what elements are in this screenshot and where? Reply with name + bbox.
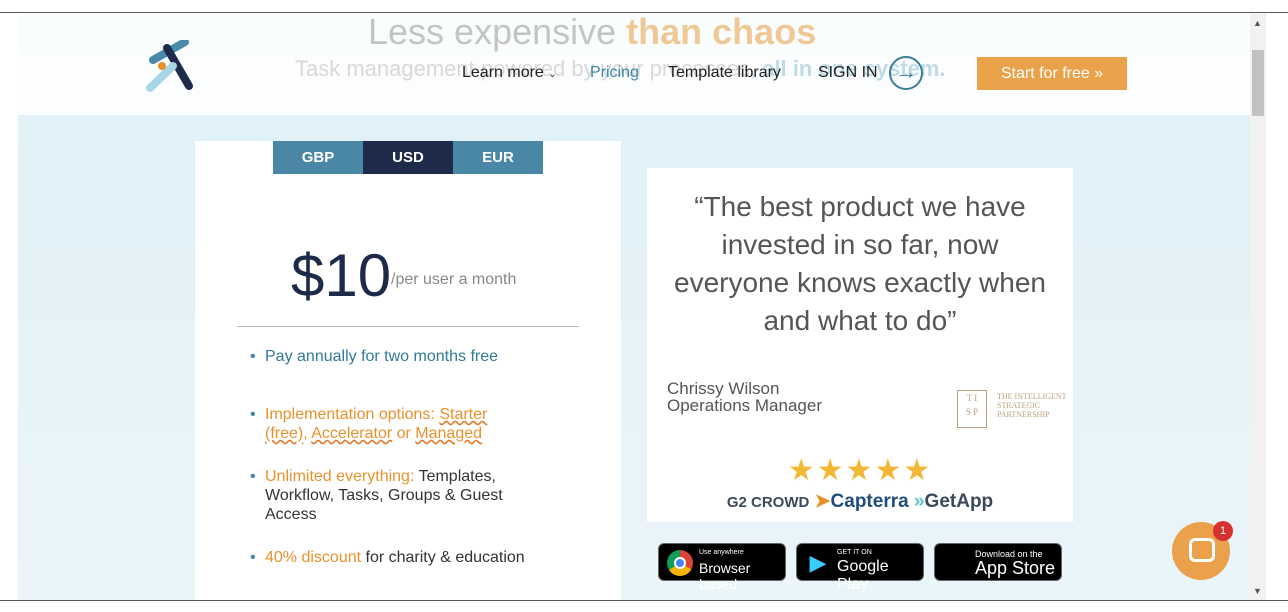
divider (237, 326, 579, 327)
nav-pricing[interactable]: Pricing (590, 64, 639, 82)
testimonial-quote: “The best product we have invested in so… (674, 191, 1046, 336)
feature-item: Implementation options: Starter (free), … (250, 405, 525, 443)
price: $10 (291, 242, 392, 309)
google-play-badge[interactable]: ▶ GET IT ON Google Play (796, 543, 924, 593)
price-period: /per user a month (391, 271, 517, 288)
currency-tab-eur[interactable]: EUR (453, 141, 543, 174)
scroll-down-icon[interactable]: ▼ (1253, 586, 1262, 596)
page: Less expensive than chaos Task managemen… (18, 14, 1250, 600)
testimonial-author: Chrissy Wilson Operations Manager (667, 379, 822, 415)
browser-based-badge[interactable]: Use anywhere Browser based (658, 543, 786, 592)
pricing-card: GBP USD EUR $10 /per user a month Pay an… (195, 141, 621, 600)
currency-tab-usd[interactable]: USD (363, 141, 453, 174)
feature-item: Unlimited everything: Templates, Workflo… (250, 467, 525, 524)
bottom-strip (0, 600, 1288, 612)
nav-sign-in[interactable]: SIGN IN (818, 64, 878, 82)
nav-learn-more[interactable]: Learn more ⌄ (462, 64, 557, 82)
g2-crowd-logo: G2 CROWD (726, 494, 810, 511)
scrollbar-thumb[interactable] (1252, 50, 1264, 116)
scrollbar[interactable]: ▲ ▼ (1250, 14, 1266, 600)
google-play-icon: ▶ (809, 550, 827, 575)
nav-template-library[interactable]: Template library (668, 64, 781, 82)
sign-in-arrow-icon[interactable]: → (889, 56, 923, 90)
review-sites: G2 CROWD ➤Capterra »GetApp (726, 491, 994, 512)
testimonial-card: “The best product we have invested in so… (647, 168, 1073, 522)
start-for-free-button[interactable]: Start for free » (977, 57, 1127, 90)
feature-item: Pay annually for two months free (250, 347, 525, 366)
app-store-badge[interactable]: Download on the App Store (934, 543, 1062, 581)
feature-item: 40% discount for charity & education (250, 548, 525, 567)
unread-badge: 1 (1213, 521, 1233, 541)
chat-icon (1189, 538, 1215, 562)
currency-tab-gbp[interactable]: GBP (273, 141, 363, 174)
capterra-logo: Capterra (830, 491, 909, 512)
chat-launcher-button[interactable]: 1 (1172, 521, 1233, 580)
rating-stars: ★★★★★ (787, 454, 933, 487)
apple-icon (943, 550, 969, 576)
top-strip (0, 0, 1288, 13)
chevron-down-icon: ⌄ (548, 69, 557, 80)
scroll-up-icon[interactable]: ▲ (1253, 18, 1262, 28)
background-headline: Less expensive than chaos (368, 14, 817, 52)
logo[interactable] (145, 40, 195, 92)
getapp-logo: GetApp (924, 491, 994, 512)
chrome-icon (667, 550, 693, 576)
